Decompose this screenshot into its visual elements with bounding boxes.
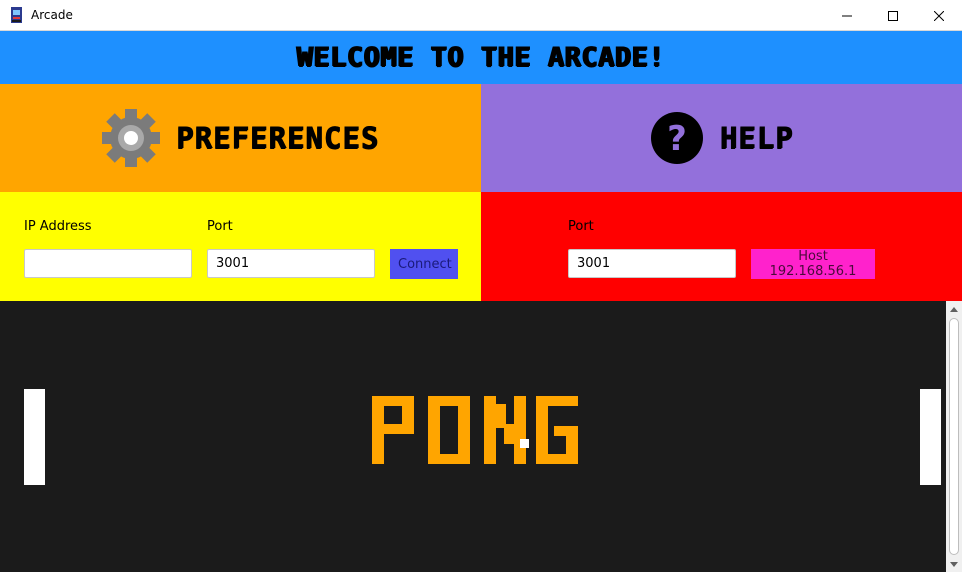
welcome-banner: WELCOME TO THE ARCADE! [0,31,962,84]
maximize-icon [888,10,898,21]
help-label: HELP [719,121,794,155]
question-mark-icon: ? [650,112,703,164]
pong-logo [372,396,578,464]
close-icon [934,10,944,21]
preferences-label: PREFERENCES [175,121,380,155]
ip-address-input[interactable] [24,249,192,278]
close-button[interactable] [916,0,962,31]
ip-address-label: IP Address [24,219,92,234]
left-paddle [24,389,45,485]
pong-ball [520,439,529,448]
host-port-label: Port [568,219,594,234]
connect-panel: IP Address Port Connect [0,192,481,301]
vertical-scrollbar[interactable] [946,301,962,572]
scroll-thumb[interactable] [949,318,959,555]
scroll-up-icon [950,306,958,312]
window-title: Arcade [31,8,73,22]
help-button[interactable]: ? HELP [481,84,962,192]
host-panel: Port Host 192.168.56.1 [481,192,962,301]
welcome-banner-text: WELCOME TO THE ARCADE! [296,42,666,73]
scroll-down-button[interactable] [946,556,962,572]
host-port-input[interactable] [568,249,736,278]
scroll-up-button[interactable] [946,301,962,317]
gear-icon [101,109,160,167]
preferences-button[interactable]: PREFERENCES [0,84,481,192]
pong-game-area[interactable]: PONG [0,301,946,572]
minimize-icon [842,15,852,16]
minimize-button[interactable] [824,0,870,31]
maximize-button[interactable] [870,0,916,31]
game-title: PONG [0,301,1,302]
connect-port-label: Port [207,219,233,234]
right-paddle [920,389,941,485]
connect-button[interactable]: Connect [390,249,458,279]
host-button[interactable]: Host 192.168.56.1 [751,249,875,279]
scroll-down-icon [950,561,958,567]
window-titlebar[interactable]: Arcade [0,0,962,31]
arcade-cabinet-icon [11,7,22,23]
svg-text:?: ? [667,119,687,159]
connect-port-input[interactable] [207,249,375,278]
